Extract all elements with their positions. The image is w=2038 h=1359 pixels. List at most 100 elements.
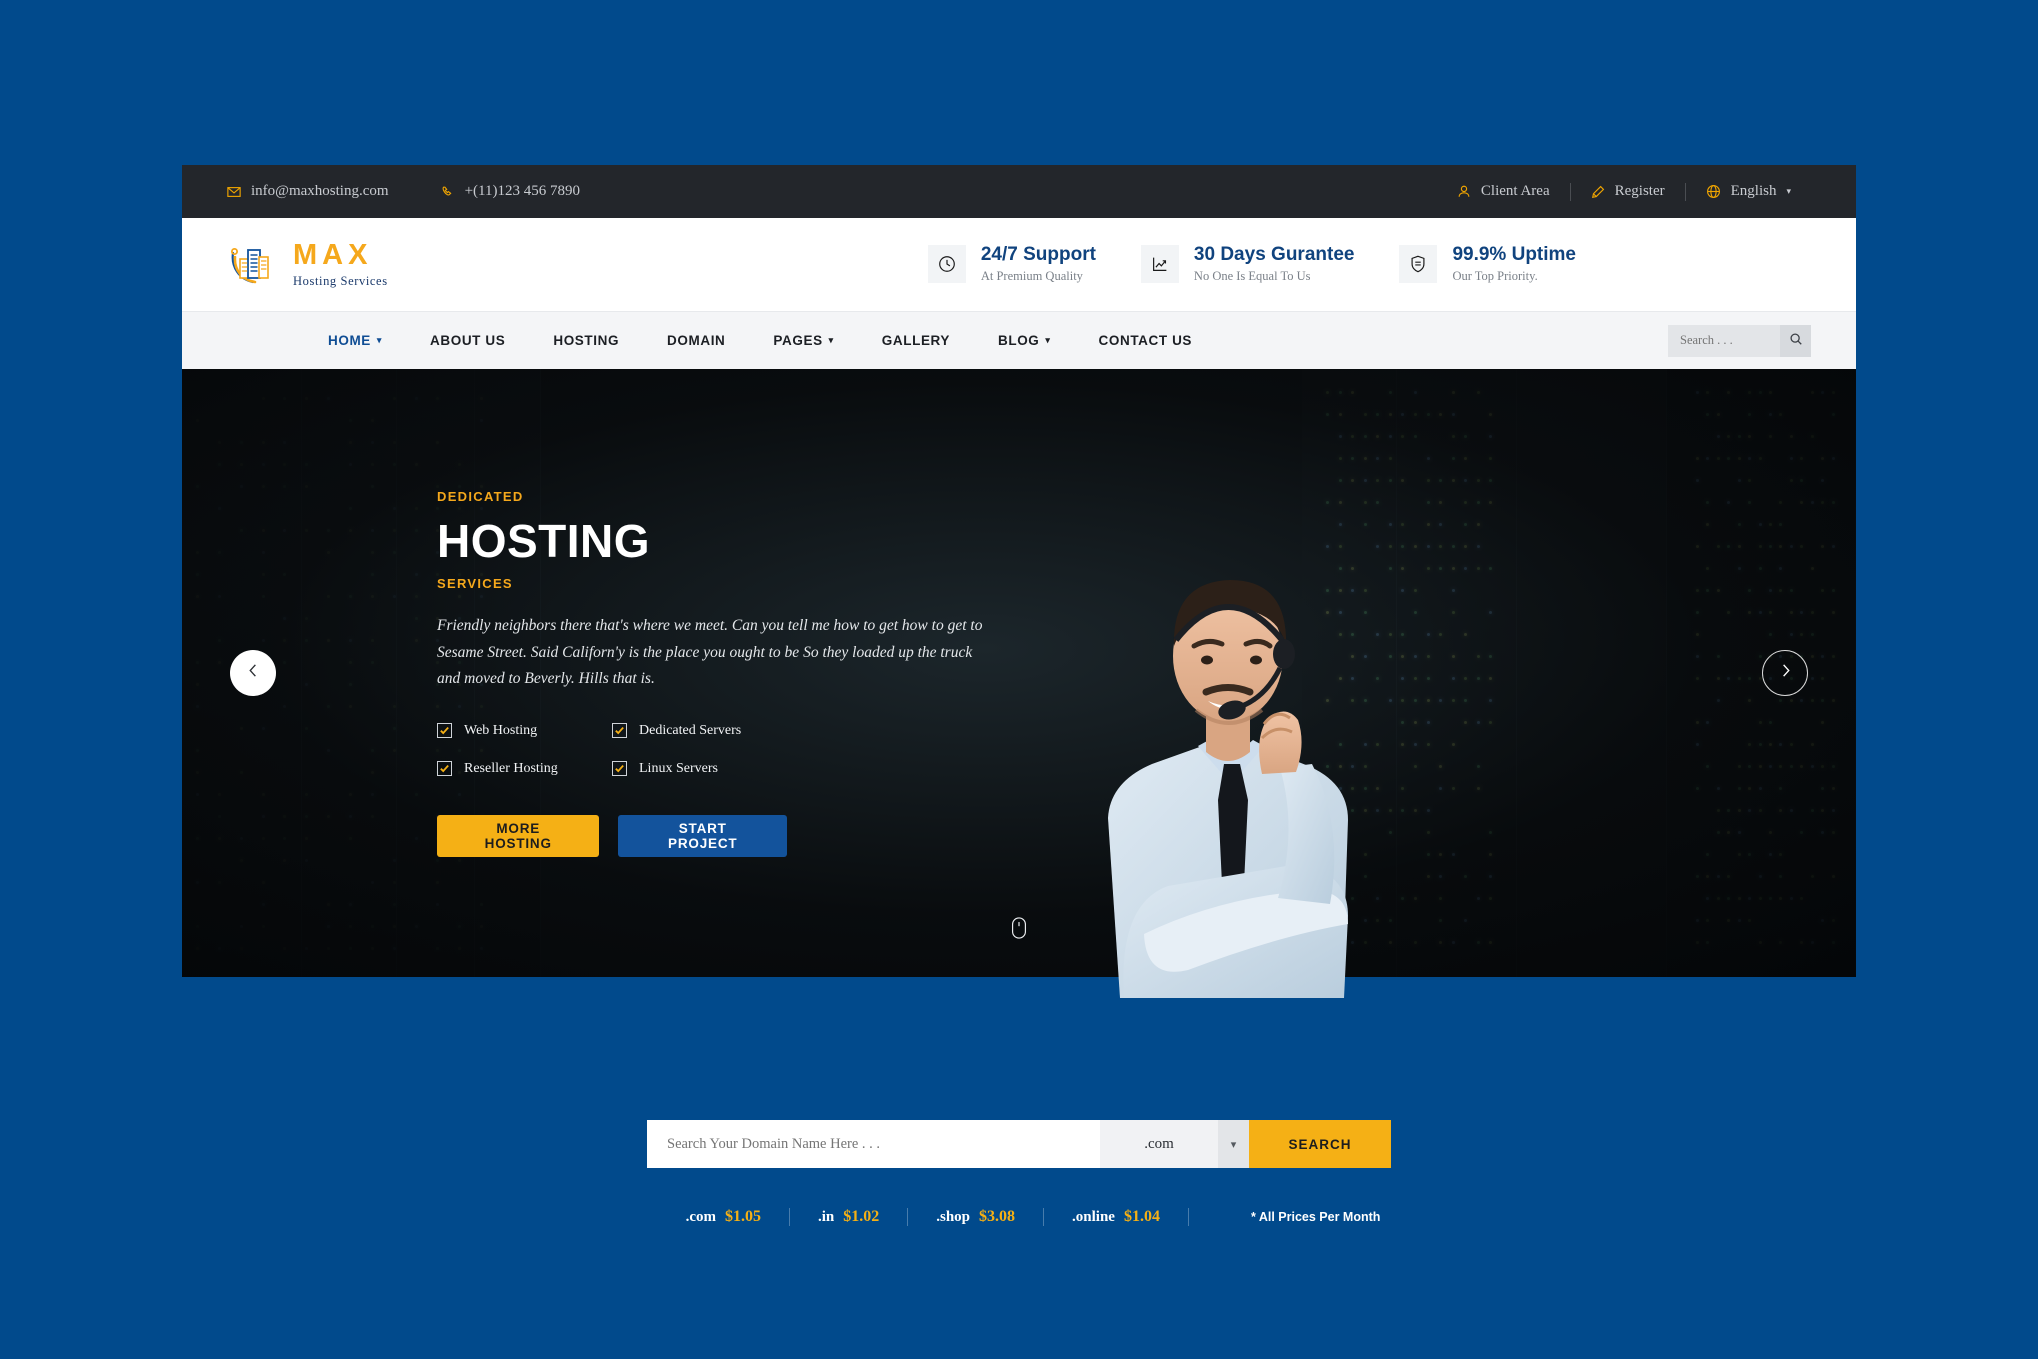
hero-content: DEDICATED HOSTING SERVICES Friendly neig… — [227, 369, 787, 977]
hero-support-agent-photo — [1048, 568, 1395, 998]
site-logo[interactable]: MAX Hosting Services — [227, 239, 388, 291]
clock-icon — [928, 245, 966, 283]
hero-cta-group: MORE HOSTING START PROJECT — [437, 815, 787, 857]
hero-checklist-label: Linux Servers — [639, 761, 718, 777]
site-container: info@maxhosting.com +(11)123 456 7890 Cl… — [182, 165, 1856, 1359]
header-feature-list: 24/7 Support At Premium Quality 30 Days … — [928, 245, 1811, 285]
nav-menu: HOME ▾ ABOUT US HOSTING DOMAIN PAGES ▾ G — [304, 333, 1216, 348]
price-tld: .in — [818, 1209, 834, 1226]
register-label: Register — [1615, 183, 1665, 200]
topbar-phone-text: +(11)123 456 7890 — [465, 183, 580, 200]
checkbox-checked-icon — [612, 723, 627, 738]
language-label: English — [1731, 183, 1777, 200]
nav-item-blog[interactable]: BLOG ▾ — [974, 333, 1075, 348]
price-amount: $1.05 — [725, 1208, 761, 1226]
hero-checklist-item: Reseller Hosting — [437, 761, 612, 777]
price-item-com: .com $1.05 — [658, 1208, 789, 1226]
more-hosting-button[interactable]: MORE HOSTING — [437, 815, 599, 857]
chevron-right-icon — [1778, 663, 1793, 683]
pencil-edit-icon — [1591, 185, 1605, 199]
language-selector[interactable]: English ▾ — [1686, 183, 1811, 200]
nav-item-pages[interactable]: PAGES ▾ — [749, 333, 857, 348]
shield-icon — [1399, 245, 1437, 283]
nav-item-home[interactable]: HOME ▾ — [304, 333, 406, 348]
topbar-phone[interactable]: +(11)123 456 7890 — [441, 183, 580, 200]
slider-next-button[interactable] — [1762, 650, 1808, 696]
nav-item-gallery[interactable]: GALLERY — [858, 333, 974, 348]
feature-title: 24/7 Support — [981, 245, 1096, 266]
price-amount: $1.04 — [1124, 1208, 1160, 1226]
phone-icon — [441, 185, 455, 199]
tld-dropdown-toggle[interactable]: ▾ — [1218, 1120, 1249, 1168]
nav-item-about-us[interactable]: ABOUT US — [406, 333, 529, 348]
hero-checklist-label: Web Hosting — [464, 723, 537, 739]
feature-subtitle: Our Top Priority. — [1452, 269, 1576, 284]
nav-item-label: PAGES — [773, 333, 822, 348]
feature-support: 24/7 Support At Premium Quality — [928, 245, 1096, 285]
hero-checklist-item: Linux Servers — [612, 761, 787, 777]
scroll-down-mouse-icon[interactable] — [1012, 917, 1027, 944]
nav-item-label: CONTACT US — [1099, 333, 1193, 348]
checkbox-checked-icon — [437, 723, 452, 738]
globe-icon — [1706, 184, 1721, 199]
logo-name: MAX — [293, 241, 388, 270]
price-note: * All Prices Per Month — [1189, 1210, 1380, 1224]
nav-item-hosting[interactable]: HOSTING — [529, 333, 643, 348]
search-input[interactable] — [1668, 325, 1780, 357]
start-project-button[interactable]: START PROJECT — [618, 815, 787, 857]
topbar-email-text: info@maxhosting.com — [251, 183, 389, 200]
feature-guarantee: 30 Days Gurantee No One Is Equal To Us — [1141, 245, 1355, 285]
nav-item-label: DOMAIN — [667, 333, 725, 348]
hero-title: HOSTING — [437, 518, 787, 564]
search-button[interactable] — [1780, 325, 1811, 357]
header-search — [1668, 325, 1811, 357]
feature-title: 30 Days Gurantee — [1194, 245, 1355, 266]
chevron-down-icon: ▾ — [1231, 1138, 1237, 1151]
hero-checklist-item: Dedicated Servers — [612, 723, 787, 739]
nav-item-label: BLOG — [998, 333, 1039, 348]
nav-item-label: ABOUT US — [430, 333, 505, 348]
page-root: info@maxhosting.com +(11)123 456 7890 Cl… — [0, 0, 2038, 1359]
price-item-shop: .shop $3.08 — [908, 1208, 1043, 1226]
topbar-email[interactable]: info@maxhosting.com — [227, 183, 389, 200]
hero-checklist-label: Reseller Hosting — [464, 761, 558, 777]
topbar-account-group: Client Area Register English ▾ — [1437, 183, 1811, 201]
building-logo-icon — [227, 239, 279, 291]
nav-item-contact-us[interactable]: CONTACT US — [1075, 333, 1217, 348]
feature-subtitle: At Premium Quality — [981, 269, 1096, 284]
domain-search-button[interactable]: SEARCH — [1249, 1120, 1391, 1168]
chevron-down-icon: ▾ — [1045, 336, 1050, 345]
client-area-link[interactable]: Client Area — [1437, 183, 1570, 200]
chevron-down-icon: ▾ — [1786, 187, 1791, 196]
nav-item-domain[interactable]: DOMAIN — [643, 333, 749, 348]
register-link[interactable]: Register — [1571, 183, 1685, 200]
feature-support-text: 24/7 Support At Premium Quality — [981, 245, 1096, 285]
hero-checklist-label: Dedicated Servers — [639, 723, 741, 739]
domain-name-input[interactable] — [647, 1120, 1100, 1168]
search-icon — [1789, 332, 1803, 349]
hero-kicker-bottom: SERVICES — [437, 576, 787, 591]
envelope-icon — [227, 185, 241, 199]
nav-item-label: HOME — [328, 333, 371, 348]
domain-search-form: .com ▾ SEARCH — [647, 1120, 1391, 1168]
price-tld: .com — [686, 1209, 716, 1226]
price-amount: $1.02 — [843, 1208, 879, 1226]
feature-uptime-text: 99.9% Uptime Our Top Priority. — [1452, 245, 1576, 285]
hero-kicker-top: DEDICATED — [437, 489, 787, 504]
client-area-label: Client Area — [1481, 183, 1550, 200]
feature-guarantee-text: 30 Days Gurantee No One Is Equal To Us — [1194, 245, 1355, 285]
chart-growth-icon — [1141, 245, 1179, 283]
hero-slider: DEDICATED HOSTING SERVICES Friendly neig… — [182, 369, 1856, 977]
hero-checklist: Web Hosting Dedicated Servers Reseller H… — [437, 723, 787, 777]
top-utility-bar: info@maxhosting.com +(11)123 456 7890 Cl… — [182, 165, 1856, 218]
logo-text-block: MAX Hosting Services — [293, 241, 388, 289]
logo-tagline: Hosting Services — [293, 274, 388, 289]
nav-item-label: HOSTING — [553, 333, 619, 348]
checkbox-checked-icon — [437, 761, 452, 776]
user-icon — [1457, 184, 1471, 199]
price-tld: .shop — [936, 1209, 970, 1226]
slider-prev-button[interactable] — [230, 650, 276, 696]
nav-item-label: GALLERY — [882, 333, 950, 348]
price-tld: .online — [1072, 1209, 1115, 1226]
hero-checklist-item: Web Hosting — [437, 723, 612, 739]
